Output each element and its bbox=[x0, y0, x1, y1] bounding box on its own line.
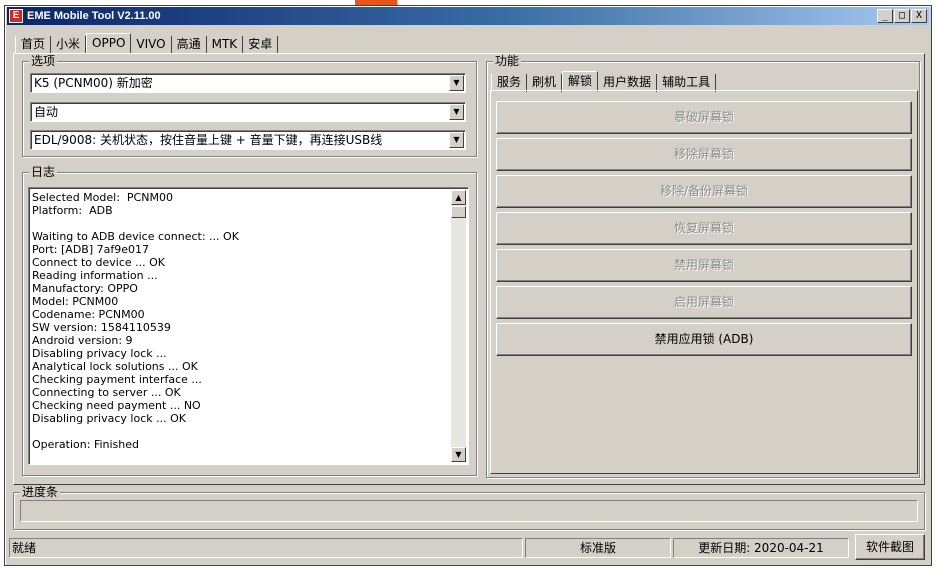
remove-screenlock-button[interactable]: 移除屏幕锁 bbox=[496, 138, 912, 171]
window-title: EME Mobile Tool V2.11.00 bbox=[27, 10, 161, 22]
tab-unlock[interactable]: 解锁 bbox=[562, 71, 599, 92]
tab-android[interactable]: 安卓 bbox=[243, 36, 279, 54]
scroll-down-icon[interactable]: ▼ bbox=[451, 447, 466, 462]
scroll-thumb[interactable] bbox=[451, 206, 466, 218]
log-group: 日志 Selected Model: PCNM00 Platform: ADB … bbox=[22, 165, 477, 476]
log-text: Selected Model: PCNM00 Platform: ADB Wai… bbox=[32, 191, 239, 451]
mode-select[interactable]: 自动 ▼ bbox=[30, 102, 466, 122]
functions-group: 功能 服务 刷机 解锁 用户数据 辅助工具 暴破屏幕锁 移除屏幕锁 移除/备份屏… bbox=[486, 54, 920, 478]
minimize-button[interactable]: _ bbox=[877, 9, 893, 23]
log-textarea[interactable]: Selected Model: PCNM00 Platform: ADB Wai… bbox=[28, 187, 469, 465]
functions-group-title: 功能 bbox=[493, 54, 522, 68]
chevron-down-icon[interactable]: ▼ bbox=[449, 132, 464, 148]
options-group-title: 选项 bbox=[29, 54, 58, 68]
oppo-tab-pane: 选项 K5 (PCNM00) 新加密 ▼ 自动 ▼ EDL/9008: 关机状态… bbox=[13, 53, 925, 485]
model-select-value: K5 (PCNM00) 新加密 bbox=[34, 76, 153, 90]
tab-xiaomi[interactable]: 小米 bbox=[51, 36, 87, 54]
chevron-down-icon[interactable]: ▼ bbox=[449, 75, 464, 91]
eme-logo-icon: E bbox=[9, 9, 23, 23]
log-group-title: 日志 bbox=[29, 165, 58, 179]
model-select[interactable]: K5 (PCNM00) 新加密 ▼ bbox=[30, 73, 466, 93]
main-tab-strip: 首页 小米 OPPO VIVO 高通 MTK 安卓 bbox=[15, 33, 279, 54]
options-group: 选项 K5 (PCNM00) 新加密 ▼ 自动 ▼ EDL/9008: 关机状态… bbox=[22, 54, 477, 157]
progress-bar bbox=[20, 500, 918, 522]
close-button[interactable]: X bbox=[911, 9, 927, 23]
status-state: 就绪 bbox=[9, 538, 523, 558]
log-scrollbar[interactable]: ▲ ▼ bbox=[451, 190, 466, 462]
maximize-button[interactable]: □ bbox=[894, 9, 910, 23]
unlock-tab-pane: 暴破屏幕锁 移除屏幕锁 移除/备份屏幕锁 恢复屏幕锁 禁用屏幕锁 启用屏幕锁 禁… bbox=[490, 90, 918, 474]
enable-screenlock-button[interactable]: 启用屏幕锁 bbox=[496, 286, 912, 319]
connection-select-value: EDL/9008: 关机状态，按住音量上键 + 音量下键，再连接USB线 bbox=[34, 133, 383, 147]
remove-backup-screenlock-button[interactable]: 移除/备份屏幕锁 bbox=[496, 175, 912, 208]
tab-mtk[interactable]: MTK bbox=[206, 36, 244, 54]
disable-screenlock-button[interactable]: 禁用屏幕锁 bbox=[496, 249, 912, 282]
tab-oppo[interactable]: OPPO bbox=[86, 33, 132, 54]
main-window: E EME Mobile Tool V2.11.00 _ □ X 首页 小米 O… bbox=[4, 5, 932, 566]
status-bar: 就绪 标准版 更新日期: 2020-04-21 软件截图 bbox=[9, 534, 929, 560]
bruteforce-screenlock-button[interactable]: 暴破屏幕锁 bbox=[496, 101, 912, 134]
tab-qualcomm[interactable]: 高通 bbox=[171, 36, 207, 54]
mode-select-value: 自动 bbox=[34, 105, 59, 119]
progress-group-title: 进度条 bbox=[20, 485, 61, 499]
tab-home[interactable]: 首页 bbox=[15, 36, 52, 54]
tab-vivo[interactable]: VIVO bbox=[131, 36, 172, 54]
functions-tab-strip: 服务 刷机 解锁 用户数据 辅助工具 bbox=[491, 71, 717, 92]
restore-screenlock-button[interactable]: 恢复屏幕锁 bbox=[496, 212, 912, 245]
progress-group: 进度条 bbox=[13, 485, 925, 530]
screenshot-button[interactable]: 软件截图 bbox=[855, 534, 925, 560]
scroll-up-icon[interactable]: ▲ bbox=[451, 190, 466, 205]
status-edition: 标准版 bbox=[525, 538, 671, 558]
disable-applock-adb-button[interactable]: 禁用应用锁 (ADB) bbox=[496, 323, 912, 356]
status-update-date: 更新日期: 2020-04-21 bbox=[673, 538, 849, 558]
connection-select[interactable]: EDL/9008: 关机状态，按住音量上键 + 音量下键，再连接USB线 ▼ bbox=[30, 130, 466, 150]
title-bar[interactable]: E EME Mobile Tool V2.11.00 _ □ X bbox=[7, 7, 929, 25]
chevron-down-icon[interactable]: ▼ bbox=[449, 104, 464, 120]
